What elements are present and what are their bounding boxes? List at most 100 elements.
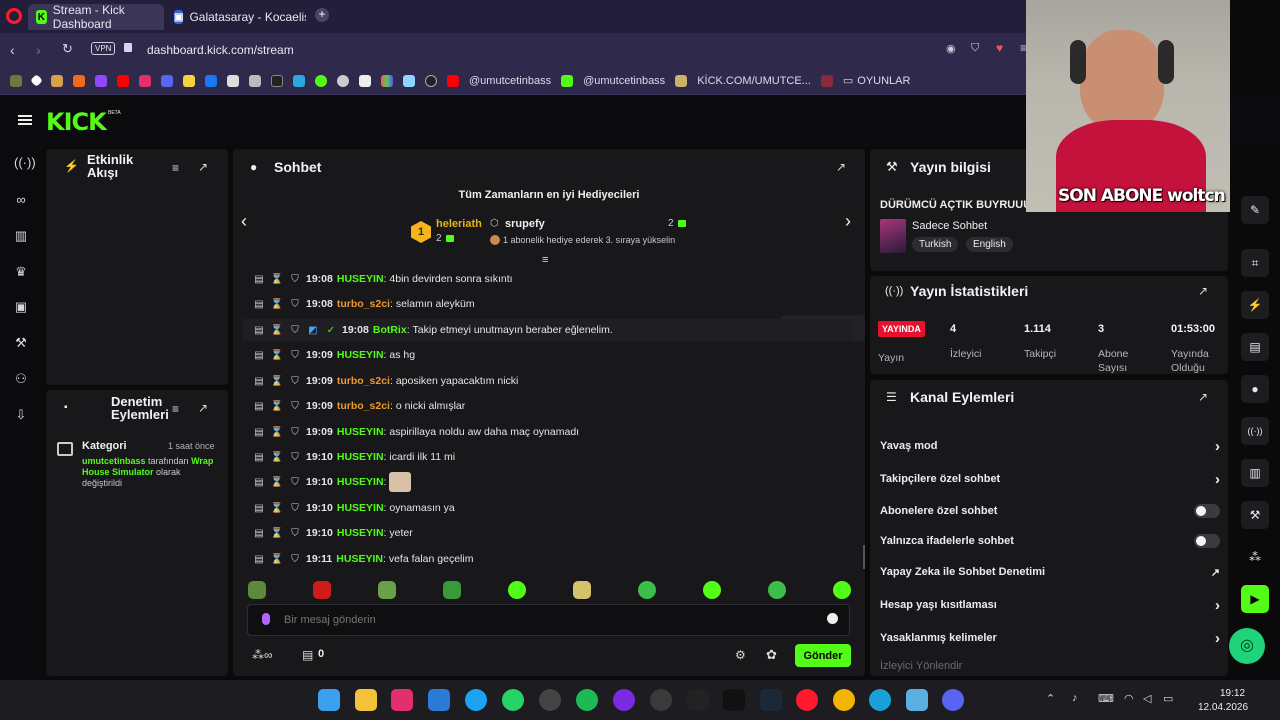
timeout-icon[interactable]: ⌛	[268, 350, 286, 361]
wrench-icon[interactable]: ⚒	[14, 336, 28, 350]
microphone-icon[interactable]	[262, 613, 270, 625]
bookmark-icon[interactable]	[425, 74, 437, 87]
file-explorer-icon[interactable]	[355, 689, 377, 711]
mod-user[interactable]: umutcetinbass	[82, 456, 146, 466]
timeout-icon[interactable]: ⌛	[268, 325, 286, 336]
gift-box-icon[interactable]: ▤	[302, 648, 313, 662]
tag-chip[interactable]: Turkish	[912, 237, 959, 252]
discord-icon[interactable]	[942, 689, 964, 711]
channel-action-row[interactable]: Yavaş mod ›	[880, 438, 1220, 455]
toggle-switch[interactable]	[1194, 534, 1220, 548]
lightning-icon[interactable]: ⚡	[1241, 291, 1269, 319]
edit-icon[interactable]: ✎	[1241, 196, 1269, 224]
emote-icon[interactable]	[768, 581, 786, 599]
microphone-icon[interactable]: ♪	[1072, 692, 1078, 704]
app-icon[interactable]	[650, 689, 672, 711]
youtube-icon[interactable]	[117, 74, 129, 87]
send-button[interactable]: Gönder	[795, 644, 851, 667]
shield-icon[interactable]: ⛉	[286, 401, 304, 412]
message-username[interactable]: turbo_s2ci	[337, 400, 390, 412]
bookmark-icon[interactable]	[30, 74, 43, 87]
url-text[interactable]: dashboard.kick.com/stream	[147, 43, 294, 57]
pin-icon[interactable]: ▤	[250, 376, 268, 387]
bookmark-label[interactable]: @umutcetinbass	[469, 75, 551, 87]
tray-chevron-icon[interactable]: ⌃	[1046, 692, 1055, 705]
edge-icon[interactable]	[869, 689, 891, 711]
shield-icon[interactable]: ⛉	[286, 554, 304, 565]
clip-icon[interactable]: ▶	[1241, 585, 1269, 613]
link-icon[interactable]: ∞	[14, 193, 28, 207]
popout-icon[interactable]: ↗	[836, 160, 846, 174]
bookmark-icon[interactable]	[293, 74, 305, 87]
bookmark-icon[interactable]	[73, 74, 85, 87]
chat-message[interactable]: ▤ ⌛ ⛉ 19:10 HUSEYIN: oynamasın ya	[250, 497, 455, 519]
timeout-icon[interactable]: ⌛	[268, 427, 286, 438]
document-icon[interactable]: ▤	[1241, 333, 1269, 361]
reload-icon[interactable]: ↻	[62, 41, 73, 57]
keyboard-icon[interactable]: ⌨	[1098, 692, 1114, 705]
timeout-icon[interactable]: ⌛	[268, 528, 286, 539]
broadcast-icon[interactable]: ((·))	[1241, 417, 1269, 445]
bookmark-icon[interactable]	[403, 74, 415, 87]
pin-icon[interactable]: ▤	[250, 528, 268, 539]
emote-picker-icon[interactable]: ✿	[766, 647, 777, 663]
timeout-icon[interactable]: ⌛	[268, 299, 286, 310]
battery-icon[interactable]: ▭	[1163, 692, 1173, 705]
shield-icon[interactable]: ⛉	[286, 299, 304, 310]
shield-icon[interactable]: ⛉	[286, 427, 304, 438]
facebook-icon[interactable]	[205, 74, 217, 87]
bookmark-label[interactable]: @umutcetinbass	[583, 75, 665, 87]
chat-message[interactable]: ▤ ⌛ ⛉ 19:08 turbo_s2ci: selamın aleyküm	[250, 293, 474, 315]
bookmark-icon[interactable]	[249, 74, 261, 87]
chevron-right-icon[interactable]: ›	[1215, 438, 1220, 455]
popout-icon[interactable]: ↗	[198, 160, 208, 174]
hamburger-menu-icon[interactable]	[18, 115, 32, 117]
windows-start-icon[interactable]	[318, 689, 340, 711]
bookmark-icon[interactable]	[359, 74, 371, 87]
chat-message[interactable]: ▤ ⌛ ⛉ 19:11 HUSEYIN: vefa falan geçelim	[250, 548, 473, 570]
opera-icon[interactable]	[796, 689, 818, 711]
message-username[interactable]: HUSEYIN	[337, 273, 384, 285]
emote-icon[interactable]	[378, 581, 396, 599]
shield-icon[interactable]: ⛉	[286, 528, 304, 539]
chat-message[interactable]: ▤ ⌛ ⛉ 19:10 HUSEYIN: yeter	[250, 522, 412, 544]
message-username[interactable]: HUSEYIN	[336, 553, 383, 565]
twitch-icon[interactable]	[95, 74, 107, 87]
external-link-icon[interactable]: ↗	[1211, 566, 1220, 579]
collapse-icon[interactable]: ≡	[542, 254, 548, 266]
chat-message[interactable]: ▤ ⌛ ⛉ 19:09 HUSEYIN: aspirillaya noldu aw da…	[250, 421, 579, 443]
trophy-icon[interactable]: ♛	[14, 265, 28, 279]
wrench-icon[interactable]: ⚒	[1241, 501, 1269, 529]
message-username[interactable]: HUSEYIN	[337, 527, 384, 539]
timeout-icon[interactable]: ⌛	[268, 554, 286, 565]
kick-points-icon[interactable]: ⁂∞	[252, 648, 273, 662]
whatsapp-icon[interactable]	[502, 689, 524, 711]
chat-message[interactable]: ▤ ⌛ ⛉ 19:10 HUSEYIN:	[250, 471, 412, 493]
popout-icon[interactable]: ↗	[1198, 284, 1208, 298]
emote-icon[interactable]	[703, 581, 721, 599]
filter-icon[interactable]: ≡	[172, 402, 179, 416]
pin-icon[interactable]: ▤	[250, 325, 268, 336]
emoji-icon[interactable]	[827, 613, 838, 624]
message-username[interactable]: turbo_s2ci	[337, 375, 390, 387]
spotify-icon[interactable]	[576, 689, 598, 711]
kick-logo[interactable]: KICK	[46, 108, 107, 136]
download-icon[interactable]: ⇩	[14, 408, 28, 422]
channel-action-row[interactable]: Takipçilere özel sohbet ›	[880, 471, 1220, 488]
shield-icon[interactable]: ⛉	[286, 477, 304, 488]
emote-icon[interactable]	[313, 581, 331, 599]
wifi-icon[interactable]: ◠	[1124, 692, 1134, 705]
emote-icon[interactable]	[248, 581, 266, 599]
pin-icon[interactable]: ▤	[250, 477, 268, 488]
timeout-icon[interactable]: ⌛	[268, 503, 286, 514]
channel-action-row[interactable]: Abonelere özel sohbet	[880, 503, 1220, 519]
chat-message[interactable]: ▤ ⌛ ⛉ 19:09 HUSEYIN: as hg	[250, 344, 415, 366]
gifter-name[interactable]: srupefy	[505, 218, 545, 230]
shield-icon[interactable]: ⛉	[971, 42, 979, 55]
pin-icon[interactable]: ▤	[250, 427, 268, 438]
timeout-icon[interactable]: ⌛	[268, 401, 286, 412]
crop-icon[interactable]: ⌗	[1241, 249, 1269, 277]
opera-logo-icon[interactable]	[6, 8, 22, 24]
app-icon[interactable]	[613, 689, 635, 711]
chat-message[interactable]: ▤ ⌛ ⛉ 19:10 HUSEYIN: icardi ilk 11 mi	[250, 446, 455, 468]
